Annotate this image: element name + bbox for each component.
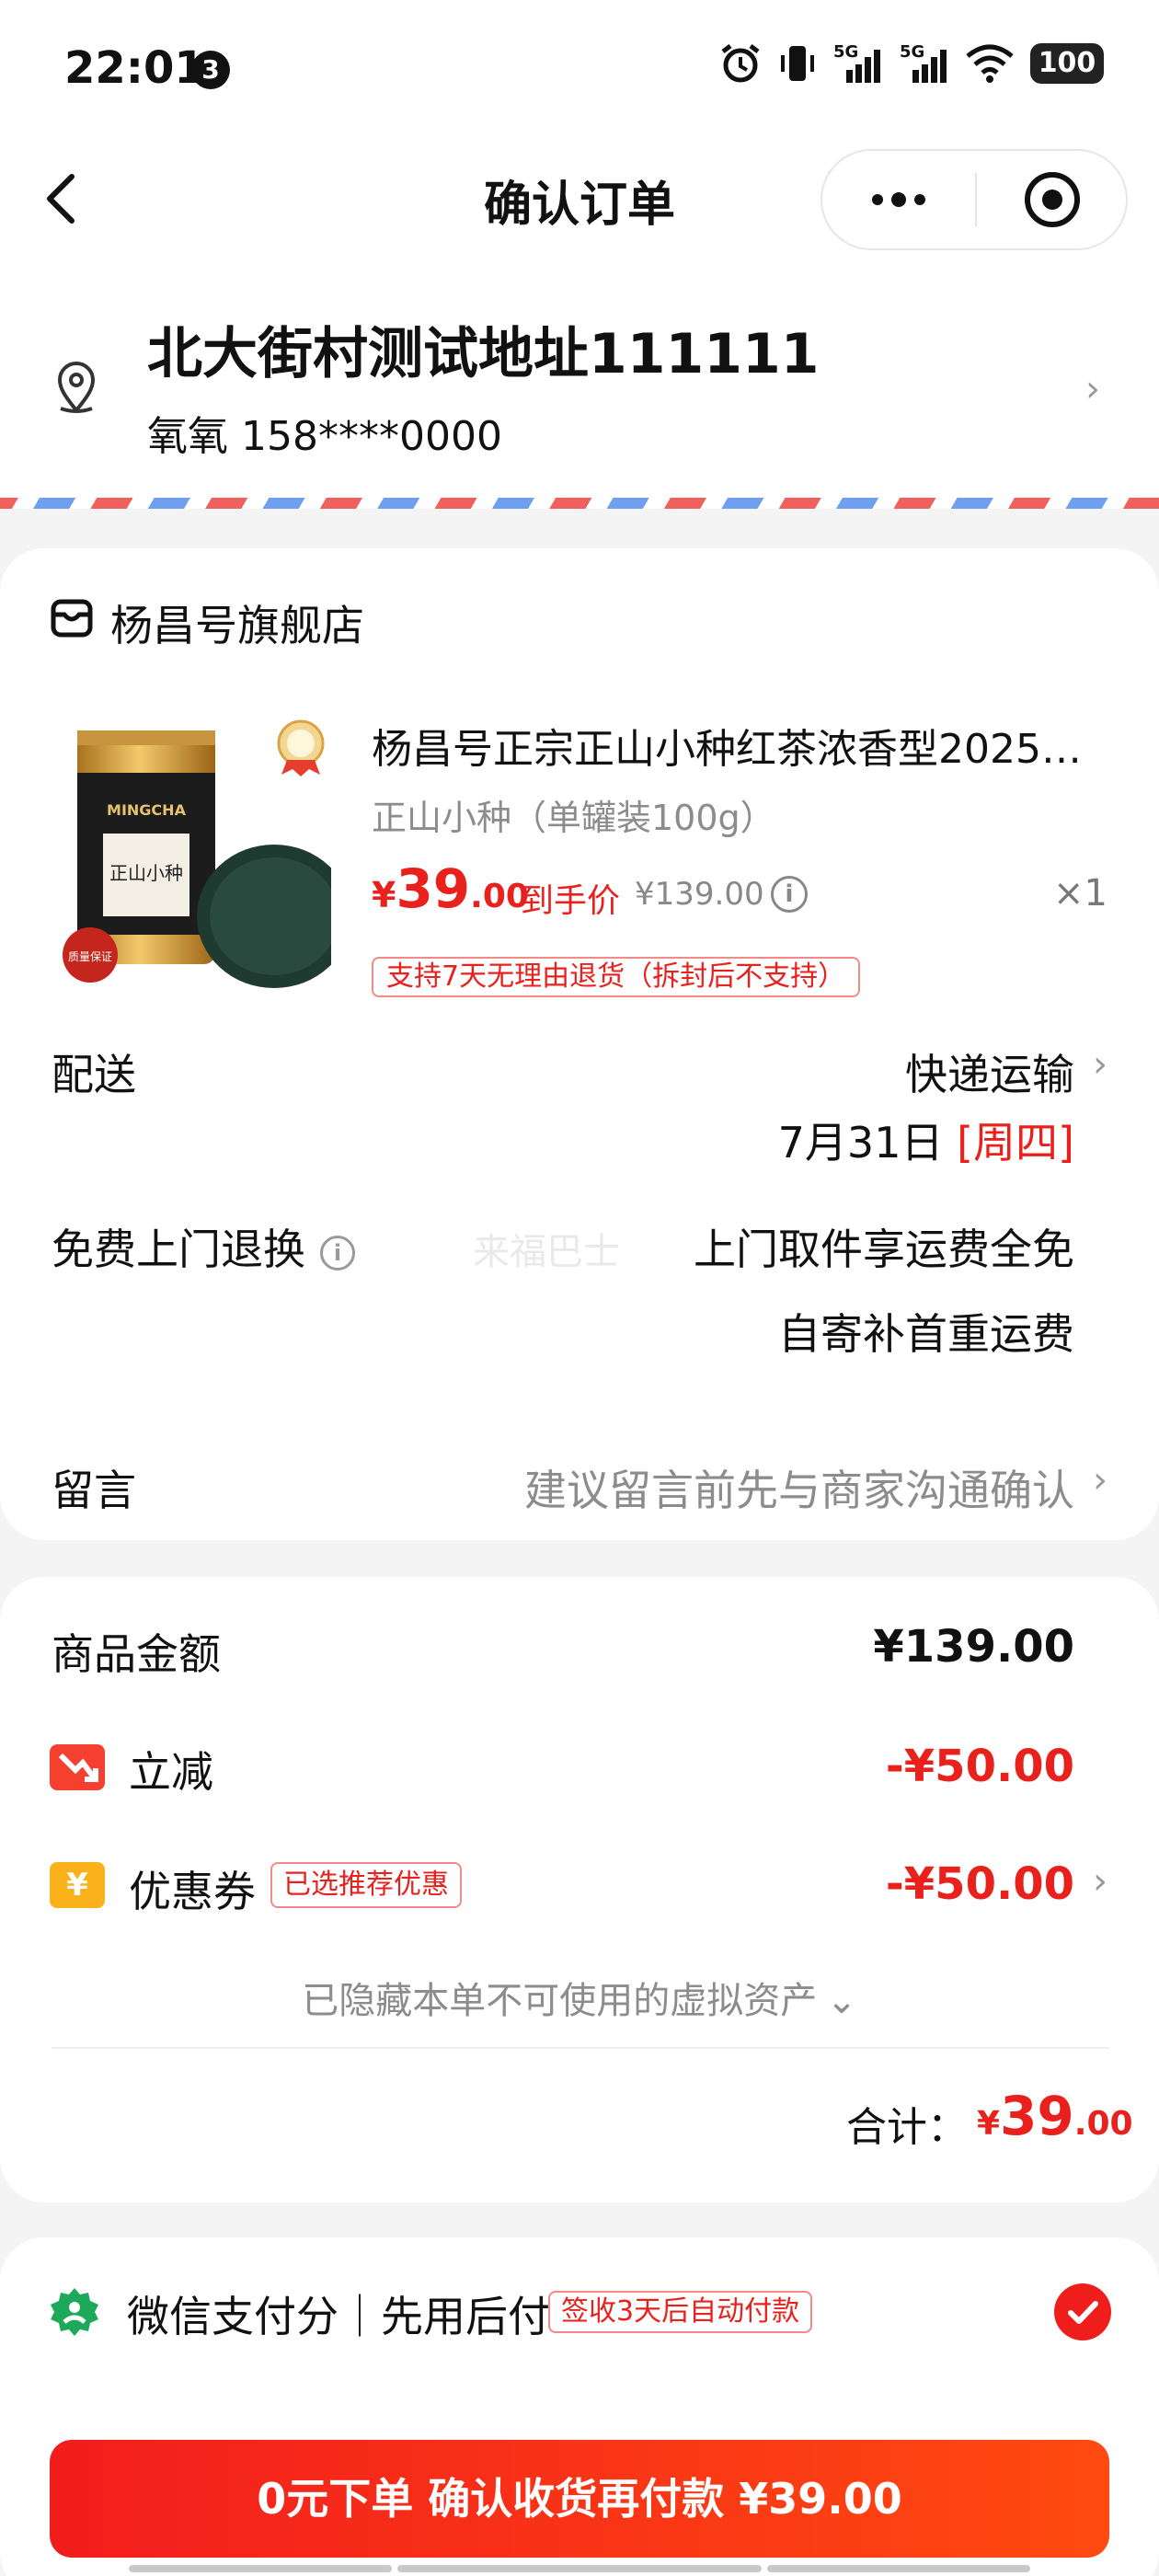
payment-tag: 签收3天后自动付款 (548, 2291, 813, 2333)
hidden-assets-toggle[interactable]: 已隐藏本单不可使用的虚拟资产 ⌄ (0, 1971, 1159, 2024)
discount-label: 立减 (129, 1747, 213, 1797)
close-mini-program-button[interactable] (977, 151, 1128, 248)
delivery-date-line: 7月31日 [周四] (778, 1110, 1074, 1170)
message-label: 留言 (52, 1466, 136, 1515)
address-line[interactable]: 北大街村测试地址111111 (147, 309, 820, 389)
hidden-assets-text: 已隐藏本单不可使用的虚拟资产 (302, 1980, 818, 2022)
more-dots-icon (871, 192, 925, 207)
product-brand-text: MINGCHA (107, 801, 187, 819)
final-price-label: 到手价 (521, 882, 621, 920)
alarm-icon (721, 44, 760, 83)
chevron-right-icon[interactable]: › (1093, 1043, 1107, 1086)
divider (52, 2047, 1109, 2049)
wechat-pay-score-icon (51, 2288, 98, 2336)
delivery-weekday: [周四] (957, 1118, 1074, 1167)
address-contact: 氧氧 158****0000 (147, 413, 502, 460)
total-amount: ¥39.00 (977, 2085, 1133, 2147)
message-input[interactable]: 建议留言前先与商家沟通确认 (524, 1457, 1074, 1518)
check-icon (1068, 2301, 1098, 2324)
store-name[interactable]: 杨昌号旗舰店 (110, 592, 364, 653)
home-indicator (767, 2565, 1030, 2572)
store-icon (51, 599, 93, 638)
signal-2-icon: 5G (900, 42, 949, 85)
free-return-text: 免费上门退换 (52, 1225, 305, 1274)
coupon-icon: ¥ (50, 1862, 105, 1908)
status-time: 22:01 (64, 42, 205, 94)
network-type-1: 5G (833, 42, 859, 62)
coupon-label: 优惠券 (129, 1867, 256, 1916)
network-type-2: 5G (900, 42, 925, 62)
battery-indicator: 100 (1030, 43, 1104, 84)
original-price: ¥139.00 (635, 876, 764, 913)
delivery-method[interactable]: 快递运输 (905, 1041, 1074, 1102)
mini-program-capsule (820, 149, 1128, 250)
status-icons: 5G 5G 100 (719, 42, 1104, 85)
product-price: ¥39.00 (372, 857, 529, 920)
chevron-down-icon: ⌄ (826, 1980, 857, 2022)
target-icon (1025, 172, 1080, 227)
product-spec: 正山小种（单罐装100g） (372, 798, 775, 838)
delivery-label: 配送 (52, 1050, 136, 1099)
notification-badge: 3 (191, 51, 230, 89)
coupon-amount[interactable]: -¥50.00 (886, 1858, 1074, 1910)
product-can-label: 正山小种 (109, 862, 183, 884)
product-seal-text: 质量保证 (68, 950, 112, 963)
watermark-text: 来福巴士 (473, 1231, 620, 1273)
info-icon[interactable]: i (320, 1235, 355, 1271)
return-policy-tag: 支持7天无理由退货（拆封后不支持） (372, 957, 861, 997)
product-title[interactable]: 杨昌号正宗正山小种红茶浓香型2025… (372, 716, 1107, 775)
home-indicator (397, 2565, 762, 2572)
award-badge-icon (277, 719, 325, 776)
discount-amount: -¥50.00 (885, 1741, 1074, 1792)
more-button[interactable] (822, 151, 974, 248)
free-return-line2: 自寄补首重运费 (778, 1309, 1074, 1359)
chevron-right-icon[interactable]: › (1093, 1459, 1107, 1501)
free-return-label: 免费上门退换 i (52, 1216, 355, 1277)
signal-1-icon: 5G (833, 42, 883, 85)
submit-order-button[interactable]: 0元下单 确认收货再付款 ¥39.00 (50, 2440, 1109, 2558)
goods-amount: ¥139.00 (873, 1621, 1074, 1673)
payment-selected-checkbox[interactable] (1054, 2283, 1111, 2340)
coupon-tag: 已选推荐优惠 (270, 1862, 462, 1908)
total-label: 合计： (846, 2104, 968, 2151)
price-info-icon[interactable]: i (771, 876, 808, 913)
location-pin-icon (57, 362, 96, 414)
wifi-icon (966, 44, 1014, 83)
home-indicator (129, 2565, 392, 2572)
goods-amount-label: 商品金额 (52, 1629, 221, 1679)
envelope-stripe (0, 498, 1159, 509)
delivery-date: 7月31日 (777, 1118, 944, 1167)
discount-arrow-icon (50, 1744, 105, 1790)
chevron-right-icon[interactable]: › (1085, 368, 1100, 410)
free-return-line1: 上门取件享运费全免 (694, 1225, 1074, 1274)
chevron-right-icon[interactable]: › (1093, 1860, 1107, 1903)
product-quantity: ×1 (1053, 872, 1107, 914)
vibrate-icon (781, 46, 814, 81)
payment-method[interactable]: 微信支付分｜先用后付 (127, 2283, 550, 2344)
